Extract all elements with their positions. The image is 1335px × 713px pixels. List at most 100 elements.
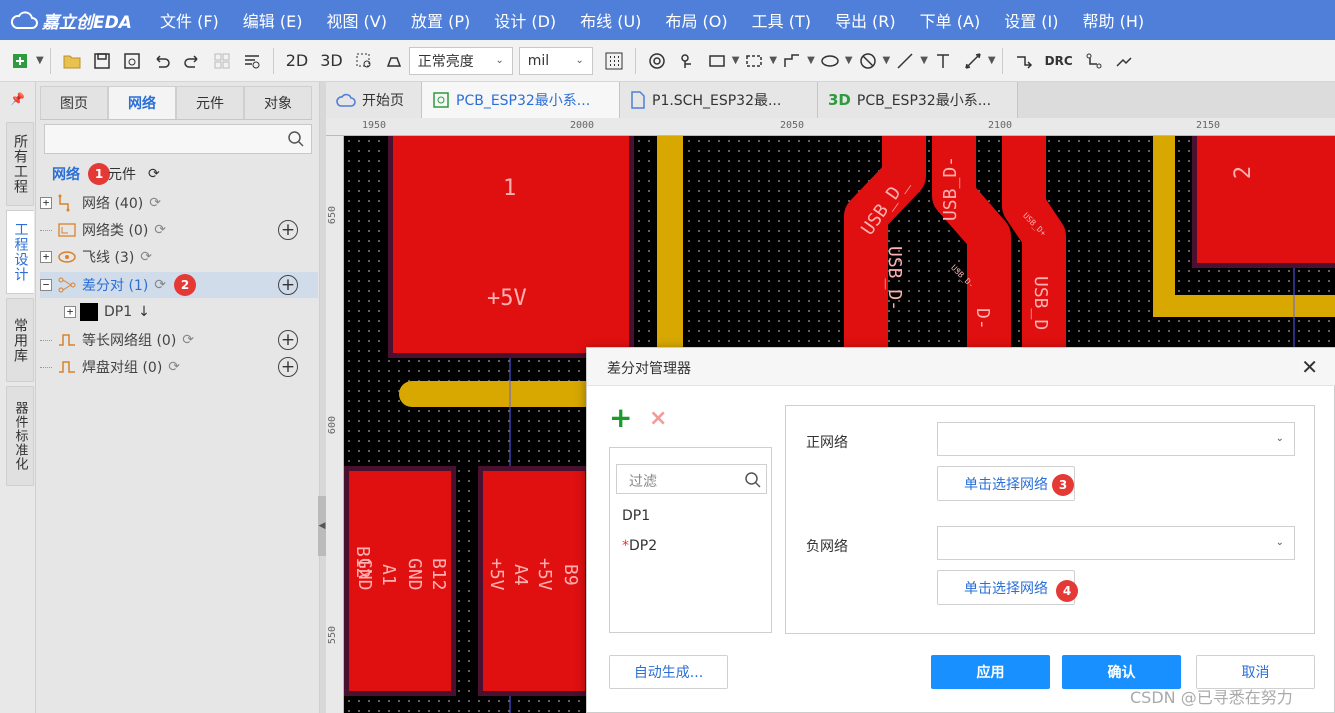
pin-icon[interactable] [672, 46, 702, 76]
add-pair-icon[interactable]: + [609, 404, 632, 432]
tree-item-ratlines[interactable]: + 飞线 (3) ⟳ [40, 244, 318, 270]
tree-item-dp1[interactable]: + DP1 ↓ [64, 299, 318, 325]
menu-order[interactable]: 下单 (A) [920, 8, 981, 32]
refresh-icon[interactable]: ⟳ [154, 277, 166, 293]
tree-item-diff-pairs[interactable]: − 差分对 (1) ⟳ 2 + [40, 272, 318, 298]
chevron-down-icon[interactable]: ▼ [988, 55, 996, 66]
route-icon[interactable] [1009, 46, 1039, 76]
apply-button[interactable]: 应用 [931, 655, 1050, 689]
pair-filter-input[interactable]: 过滤 [616, 464, 767, 494]
chevron-down-icon[interactable]: ▼ [845, 55, 853, 66]
collapse-icon[interactable]: − [40, 279, 52, 291]
chevron-down-icon[interactable]: ▼ [732, 55, 740, 66]
menu-settings[interactable]: 设置 (I) [1004, 8, 1058, 32]
zoom-area-icon[interactable] [349, 46, 379, 76]
select-negative-net-button[interactable]: 单击选择网络 [937, 570, 1075, 605]
polyline-icon[interactable] [777, 46, 807, 76]
tab-components[interactable]: 元件 [176, 86, 244, 119]
brightness-select[interactable]: 正常亮度 ⌄ [408, 46, 513, 75]
net-connect-icon[interactable] [1079, 46, 1109, 76]
menu-route[interactable]: 布线 (U) [580, 8, 641, 32]
tree-item-nets[interactable]: + 网络 (40) ⟳ [40, 190, 318, 216]
refresh-icon[interactable]: ⟳ [168, 359, 180, 375]
menu-edit[interactable]: 编辑 (E) [243, 8, 303, 32]
chevron-down-icon[interactable]: ▼ [769, 55, 777, 66]
negative-net-select[interactable]: ⌄ [937, 526, 1295, 560]
tab-nets[interactable]: 网络 [108, 86, 176, 119]
menu-view[interactable]: 视图 (V) [326, 8, 387, 32]
tab-all-projects[interactable]: 所有工程 [6, 122, 34, 206]
tab-project-design[interactable]: 工程设计 [6, 210, 34, 294]
add-diff-pair-button[interactable]: + [278, 275, 298, 295]
refresh-icon[interactable]: ⟳ [140, 249, 152, 265]
via-icon[interactable] [642, 46, 672, 76]
filter-components-link[interactable]: 元件 [108, 164, 136, 184]
tab-common-library[interactable]: 常用库 [6, 298, 34, 382]
menu-file[interactable]: 文件 (F) [160, 8, 219, 32]
delete-pair-icon[interactable]: × [649, 408, 667, 430]
view-3d-button[interactable]: 3D [314, 51, 349, 70]
close-icon[interactable]: ✕ [1301, 355, 1318, 379]
pair-item-dp2[interactable]: *DP2 [622, 538, 657, 554]
collapse-panel-handle[interactable]: ◀ [318, 496, 326, 556]
tab-pages[interactable]: 图页 [40, 86, 108, 119]
tree-item-length-groups[interactable]: 等长网络组 (0) ⟳ + [40, 327, 318, 353]
menu-help[interactable]: 帮助 (H) [1083, 8, 1145, 32]
interactive-route-icon[interactable] [1109, 46, 1139, 76]
chevron-down-icon[interactable]: ▼ [807, 55, 815, 66]
chevron-down-icon[interactable]: ▼ [36, 55, 44, 66]
refresh-icon[interactable]: ⟳ [149, 195, 161, 211]
refresh-icon[interactable]: ⟳ [182, 332, 194, 348]
expand-icon[interactable]: + [40, 197, 52, 209]
tab-schematic[interactable]: P1.SCH_ESP32最... [620, 82, 818, 118]
positive-net-select[interactable]: ⌄ [937, 422, 1295, 456]
menu-place[interactable]: 放置 (P) [411, 8, 470, 32]
pin-panel-icon[interactable]: 📌 [10, 92, 25, 106]
pcb-view-icon[interactable] [379, 46, 409, 76]
save-all-icon[interactable] [117, 46, 147, 76]
menu-tools[interactable]: 工具 (T) [752, 8, 811, 32]
ellipse-icon[interactable] [815, 46, 845, 76]
view-2d-button[interactable]: 2D [280, 51, 315, 70]
tab-standardize[interactable]: 器件标准化 [6, 386, 34, 486]
chevron-down-icon[interactable]: ▼ [883, 55, 891, 66]
menu-export[interactable]: 导出 (R) [835, 8, 896, 32]
auto-generate-button[interactable]: 自动生成... [609, 655, 728, 689]
no-connect-icon[interactable] [853, 46, 883, 76]
new-project-icon[interactable] [6, 46, 36, 76]
menu-layout[interactable]: 布局 (O) [665, 8, 727, 32]
panel-search-input[interactable] [44, 124, 312, 154]
tree-item-net-classes[interactable]: 网络类 (0) ⟳ + [40, 217, 318, 243]
undo-icon[interactable] [147, 46, 177, 76]
region-icon[interactable] [739, 46, 769, 76]
expand-icon[interactable]: + [64, 306, 76, 318]
redo-icon[interactable] [177, 46, 207, 76]
save-icon[interactable] [87, 46, 117, 76]
drc-button[interactable]: DRC [1039, 54, 1079, 68]
tree-item-pad-pair-groups[interactable]: 焊盘对组 (0) ⟳ + [40, 354, 318, 380]
add-net-class-button[interactable]: + [278, 220, 298, 240]
rectangle-select-icon[interactable] [702, 46, 732, 76]
dimension-icon[interactable] [958, 46, 988, 76]
refresh-icon[interactable]: ⟳ [148, 166, 160, 182]
tab-objects[interactable]: 对象 [244, 86, 312, 119]
tab-start-page[interactable]: 开始页 [326, 82, 422, 118]
list-search-icon[interactable] [237, 46, 267, 76]
chevron-down-icon[interactable]: ▼ [920, 55, 928, 66]
open-folder-icon[interactable] [57, 46, 87, 76]
line-icon[interactable] [890, 46, 920, 76]
filter-nets-link[interactable]: 网络 [52, 164, 80, 184]
expand-icon[interactable]: + [40, 251, 52, 263]
tab-pcb-3d[interactable]: 3D PCB_ESP32最小系... [818, 82, 1018, 118]
unit-select[interactable]: mil ⌄ [518, 46, 593, 75]
menu-design[interactable]: 设计 (D) [494, 8, 556, 32]
add-pad-pair-button[interactable]: + [278, 357, 298, 377]
tab-pcb-active[interactable]: PCB_ESP32最小系... [422, 82, 620, 118]
text-icon[interactable] [928, 46, 958, 76]
add-length-group-button[interactable]: + [278, 330, 298, 350]
refresh-icon[interactable]: ⟳ [154, 222, 166, 238]
pad-2[interactable] [1192, 136, 1335, 268]
pair-item-dp1[interactable]: DP1 [622, 508, 650, 524]
grid-icon[interactable] [207, 46, 237, 76]
grid-dots-icon[interactable] [599, 46, 629, 76]
